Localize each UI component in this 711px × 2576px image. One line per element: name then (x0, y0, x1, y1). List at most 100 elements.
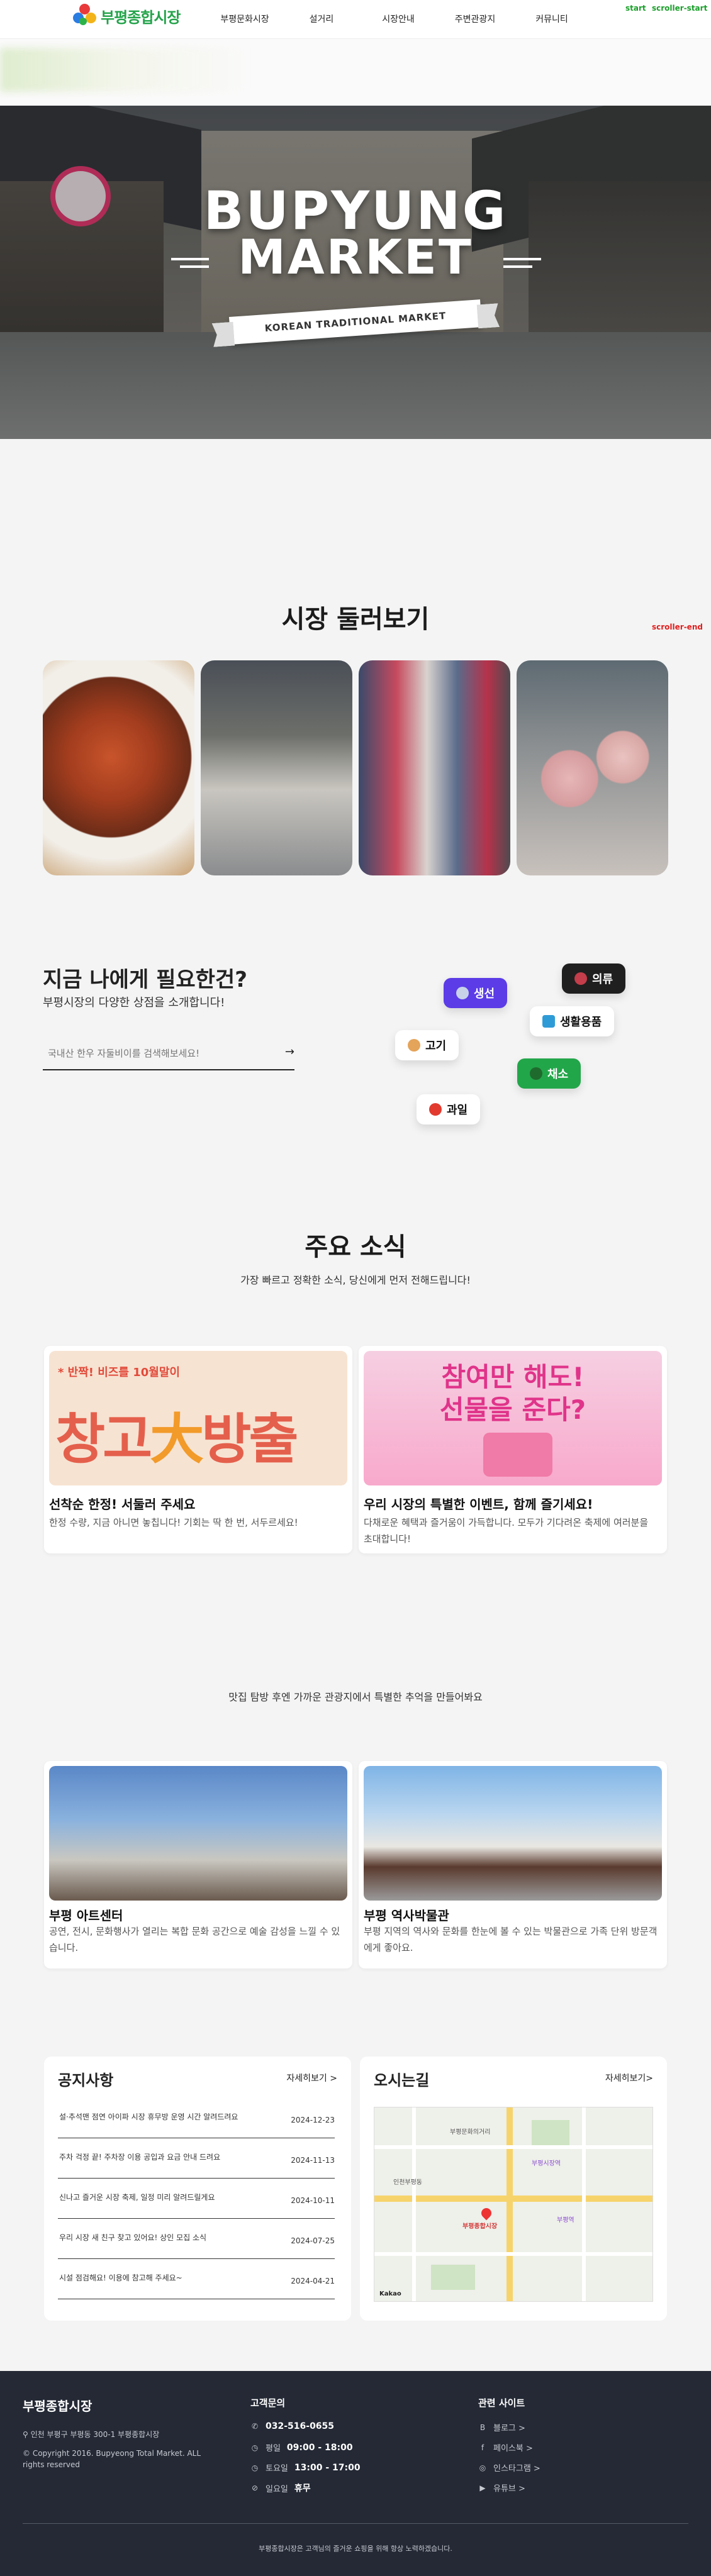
map-title: 오시는길 (374, 2072, 430, 2089)
hero-deco-line (503, 265, 532, 268)
category-chip-meat[interactable]: 고기 (395, 1030, 459, 1060)
arrow-right-icon[interactable]: → (285, 1045, 294, 1058)
category-chip-vegetable[interactable]: 채소 (517, 1058, 581, 1089)
notice-date: 2024-10-11 (291, 2196, 335, 2205)
banner-headline: 참여만 해도! 선물을 준다? (364, 1361, 662, 1426)
category-chip-household[interactable]: 생활용품 (530, 1006, 615, 1036)
footer-site-link[interactable]: ▶ 유튜브 > (478, 2482, 525, 2494)
notice-text: 우리 시장 새 친구 찾고 있어요! 상인 모집 소식 (59, 2233, 207, 2242)
hours-label: 평일 (266, 2444, 281, 2453)
nav-item-tourism[interactable]: 주변관광지 (437, 13, 513, 25)
map-panel: 오시는길 자세히보기> 부평문화의거리 부평시장역 부평역 인천부평동 부평종합… (360, 2057, 667, 2321)
notice-more-link[interactable]: 자세히보기 > (286, 2072, 337, 2084)
decorative-blur-strip (0, 39, 711, 106)
nav-item-street[interactable]: 설거리 (283, 13, 360, 25)
news-subtitle: 가장 빠르고 정확한 소식, 당신에게 먼저 전해드립니다! (240, 1274, 471, 1286)
notice-panel: 공지사항 자세히보기 > 설·추석맨 점연 아이파 시장 휴무방 운영 시간 알… (44, 2057, 351, 2321)
phone-number: 032-516-0655 (266, 2421, 335, 2431)
site-footer: 부평종합시장 ⚲ 인천 부평구 부평동 300-1 부평종합시장 © Copyr… (0, 2371, 711, 2576)
map-label: 부평문화의거리 (450, 2129, 491, 2136)
category-label: 고기 (425, 1040, 447, 1053)
search-subtitle: 부평시장의 다양한 상점을 소개합니다! (43, 996, 225, 1009)
banner-word: 방출 (201, 1408, 298, 1471)
clock-icon: ◷ (251, 2443, 259, 2452)
phone-icon: ✆ (251, 2422, 259, 2431)
market-photo-seafood[interactable] (43, 660, 194, 875)
footer-hours-row: ◷ 평일 09:00 - 18:00 (250, 2441, 353, 2454)
site-header: 부평종합시장 부평문화시장 설거리 시장안내 주변관광지 커뮤니티 (0, 0, 711, 39)
fruit-icon (429, 1103, 442, 1116)
market-photo-stall[interactable] (201, 660, 352, 875)
art-center-image (49, 1766, 347, 1901)
map-provider-logo: Kakao (379, 2290, 401, 2297)
map-label: 부평역 (557, 2217, 574, 2224)
footer-site-link[interactable]: ◎ 인스타그램 > (478, 2462, 540, 2474)
tour-card-desc: 부평 지역의 역사와 문화를 한눈에 볼 수 있는 박물관으로 가족 단위 방문… (364, 1926, 658, 1953)
closed-icon: ⊘ (251, 2484, 259, 2492)
footer-hours-row: ◷ 토요일 13:00 - 17:00 (250, 2462, 361, 2474)
map-more-link[interactable]: 자세히보기> (605, 2072, 653, 2084)
nav-item-culture-market[interactable]: 부평문화시장 (206, 13, 283, 25)
category-label: 과일 (447, 1104, 468, 1117)
category-label: 생선 (474, 987, 495, 1001)
market-photo-clothing[interactable] (359, 660, 510, 875)
hero-deco-line (503, 258, 541, 260)
market-photo-flowers[interactable] (517, 660, 668, 875)
debug-marker-start: start (625, 4, 646, 13)
news-title: 주요 소식 (305, 1233, 406, 1262)
footer-divider (23, 2523, 688, 2524)
search-input[interactable] (43, 1038, 269, 1069)
footer-site-link[interactable]: f 페이스북 > (478, 2441, 533, 2454)
debug-marker-scroller-start: scroller-start (652, 4, 708, 13)
news-banner-image: 참여만 해도! 선물을 준다? (364, 1351, 662, 1485)
nav-item-community[interactable]: 커뮤니티 (513, 13, 590, 25)
fish-icon (456, 987, 469, 999)
location-map[interactable]: 부평문화의거리 부평시장역 부평역 인천부평동 부평종합시장 Kakao (374, 2107, 653, 2302)
notice-row[interactable]: 우리 시장 새 친구 찾고 있어요! 상인 모집 소식 2024-07-25 (58, 2226, 335, 2259)
category-label: 생활용품 (560, 1016, 602, 1029)
blog-icon: B (479, 2423, 486, 2432)
news-card[interactable]: 참여만 해도! 선물을 준다? 우리 시장의 특별한 이벤트, 함께 즐기세요!… (359, 1346, 667, 1553)
tour-card[interactable]: 부평 역사박물관 부평 지역의 역사와 문화를 한눈에 볼 수 있는 박물관으로… (359, 1761, 667, 1968)
category-label: 의류 (592, 973, 613, 986)
notice-date: 2024-07-25 (291, 2236, 335, 2245)
site-logo[interactable]: 부평종합시장 (73, 4, 181, 28)
notice-row[interactable]: 설·추석맨 점연 아이파 시장 휴무방 운영 시간 알려드려요 2024-12-… (58, 2106, 335, 2138)
footer-address: ⚲ 인천 부평구 부평동 300-1 부평종합시장 (23, 2429, 159, 2440)
hours-value: 휴무 (294, 2484, 311, 2494)
location-pin-icon (479, 2206, 494, 2221)
notice-row[interactable]: 시설 점검해요! 이용에 참고해 주세요~ 2024-04-21 (58, 2267, 335, 2299)
meat-icon (408, 1039, 420, 1052)
notice-date: 2024-04-21 (291, 2277, 335, 2285)
banner-word: 창고 (55, 1408, 152, 1471)
hours-label: 일요일 (266, 2484, 288, 2494)
category-label: 채소 (547, 1068, 569, 1081)
logo-mark-icon (73, 4, 97, 28)
hero-deco-line (171, 258, 209, 260)
nav-item-market-info[interactable]: 시장안내 (360, 13, 437, 25)
category-chip-clothes[interactable]: 의류 (562, 963, 626, 994)
notice-row[interactable]: 주차 걱정 끝! 주차장 이용 공입과 요금 안내 드려요 2024-11-13 (58, 2146, 335, 2179)
footer-site-link[interactable]: B 블로그 > (478, 2421, 525, 2434)
category-chip-fruit[interactable]: 과일 (417, 1094, 481, 1124)
banner-caption: * 반짝! 비즈를 10월말이 (58, 1366, 180, 1379)
map-label: 부평시장역 (532, 2160, 561, 2167)
category-chip-fish[interactable]: 생선 (444, 978, 508, 1008)
footer-bottom-text: 부평종합시장은 고객님의 즐거운 쇼핑을 위해 항상 노력하겠습니다. (259, 2545, 452, 2553)
banner-word: 大 (150, 1408, 204, 1471)
news-card[interactable]: * 반짝! 비즈를 10월말이 창고大방출 선착순 한정! 서둘러 주세요 한정… (44, 1346, 352, 1553)
footer-phone: ✆ 032-516-0655 (250, 2421, 334, 2431)
market-tour-title: 시장 둘러보기 (281, 605, 430, 634)
map-label: 인천부평동 (393, 2179, 422, 2186)
notice-text: 신나고 즐거운 시장 축제, 일정 미리 알려드릴게요 (59, 2193, 215, 2202)
youtube-icon: ▶ (479, 2483, 486, 2492)
banner-headline: 창고大방출 (55, 1395, 299, 1474)
main-nav: 부평문화시장 설거리 시장안내 주변관광지 커뮤니티 (206, 13, 590, 25)
tour-card-desc: 공연, 전시, 문화행사가 열리는 복합 문화 공간으로 예술 감성을 느낄 수… (49, 1926, 340, 1953)
tour-card[interactable]: 부평 아트센터 공연, 전시, 문화행사가 열리는 복합 문화 공간으로 예술 … (44, 1761, 352, 1968)
footer-brand: 부평종합시장 (23, 2399, 92, 2414)
tour-card-title: 부평 역사박물관 (364, 1908, 449, 1923)
footer-sites-title: 관련 사이트 (478, 2397, 525, 2409)
site-link-label: 블로그 > (493, 2424, 525, 2433)
notice-row[interactable]: 신나고 즐거운 시장 축제, 일정 미리 알려드릴게요 2024-10-11 (58, 2186, 335, 2219)
